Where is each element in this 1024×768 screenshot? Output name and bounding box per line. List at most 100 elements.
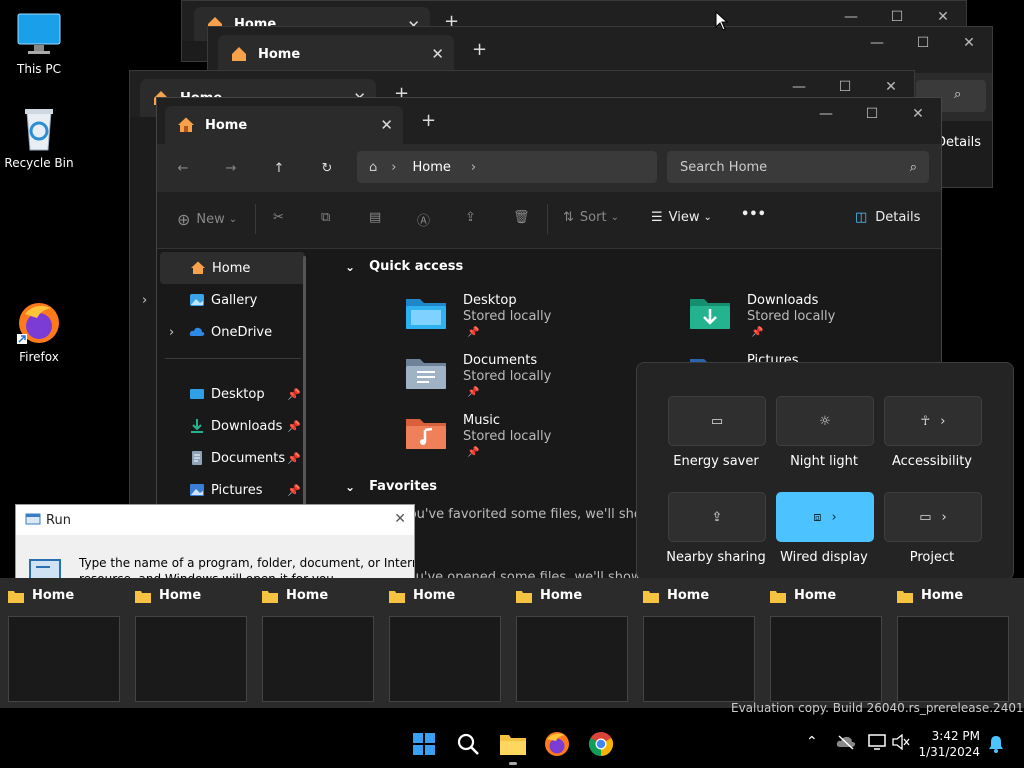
energy-saver-toggle[interactable]: ▭: [668, 396, 766, 446]
sidebar-item-downloads[interactable]: Downloads 📌: [157, 410, 315, 442]
rename-icon[interactable]: Ⓐ: [417, 210, 430, 229]
chevron-right-icon[interactable]: ›: [942, 510, 947, 525]
window-thumbnail[interactable]: Home: [889, 578, 1016, 708]
minimize-icon[interactable]: —: [854, 27, 900, 59]
chevron-down-icon: ⌄: [703, 212, 712, 223]
tab-home[interactable]: Home ✕: [165, 106, 403, 144]
chevron-right-icon[interactable]: ›: [940, 414, 945, 429]
favorites-header[interactable]: ⌄ Favorites: [345, 479, 437, 494]
window-thumbnail[interactable]: Home: [508, 578, 635, 708]
thumbnail-title: Home: [32, 588, 75, 603]
window-thumbnail[interactable]: Home: [0, 578, 127, 708]
accessibility-toggle[interactable]: ☥ ›: [884, 396, 982, 446]
details-pane-button[interactable]: ◫ Details: [855, 210, 920, 225]
close-icon[interactable]: ✕: [895, 98, 941, 130]
file-explorer-taskbar-button[interactable]: [499, 730, 527, 758]
quick-access-item-desktop[interactable]: Desktop Stored locally 📌: [405, 293, 655, 349]
quick-access-item-music[interactable]: Music Stored locally 📌: [405, 413, 655, 469]
sidebar-item-documents[interactable]: Documents 📌: [157, 442, 315, 474]
tab-home[interactable]: Home ✕: [218, 35, 454, 73]
quick-access-item-documents[interactable]: Documents Stored locally 📌: [405, 353, 655, 409]
chrome-taskbar-button[interactable]: [587, 730, 615, 758]
minimize-icon[interactable]: —: [803, 98, 849, 130]
run-dialog[interactable]: Run ✕ Type the name of a program, folder…: [15, 504, 415, 586]
pin-icon[interactable]: 📌: [287, 388, 301, 401]
sort-button[interactable]: ⇅ Sort ⌄: [563, 210, 619, 225]
evaluation-watermark: Evaluation copy. Build 26040.rs_prerelea…: [731, 701, 1024, 715]
thumbnail-preview: [770, 616, 882, 702]
close-icon[interactable]: ✕: [380, 116, 393, 134]
pin-icon[interactable]: 📌: [287, 452, 301, 465]
chevron-up-icon[interactable]: ⌃: [806, 734, 818, 750]
window-thumbnail[interactable]: Home: [635, 578, 762, 708]
breadcrumb[interactable]: Home: [412, 160, 450, 175]
night-light-toggle[interactable]: ☼: [776, 396, 874, 446]
close-icon[interactable]: ✕: [946, 27, 992, 59]
onedrive-offline-icon[interactable]: [836, 734, 856, 750]
item-name: Desktop: [463, 293, 517, 308]
forward-icon[interactable]: →: [219, 156, 243, 180]
pin-icon[interactable]: 📌: [287, 420, 301, 433]
refresh-icon[interactable]: ↻: [315, 156, 339, 180]
system-clock[interactable]: 3:42 PM 1/31/2024: [918, 728, 980, 760]
chevron-down-icon[interactable]: ⌄: [345, 480, 355, 494]
chevron-right-icon[interactable]: ›: [471, 160, 476, 175]
chevron-right-icon[interactable]: ›: [142, 293, 147, 308]
close-icon[interactable]: ✕: [431, 45, 444, 63]
quick-access-header[interactable]: ⌄ Quick access: [345, 259, 463, 274]
desktop-icon-this-pc[interactable]: This PC: [1, 12, 77, 76]
desktop-icon-firefox[interactable]: Firefox: [1, 300, 77, 364]
notification-bell-icon[interactable]: [988, 735, 1004, 753]
sidebar-item-gallery[interactable]: Gallery: [157, 284, 315, 316]
copy-icon[interactable]: ⧉: [321, 210, 330, 225]
sidebar-item-desktop[interactable]: Desktop 📌: [157, 378, 315, 410]
more-options-button[interactable]: •••: [741, 207, 766, 222]
thumbnail-title: Home: [413, 588, 456, 603]
start-button[interactable]: [410, 730, 438, 758]
chevron-down-icon[interactable]: ⌄: [345, 260, 355, 274]
battery-leaf-icon: ▭: [710, 413, 724, 429]
clock-date: 1/31/2024: [918, 745, 980, 759]
chevron-right-icon[interactable]: ›: [169, 325, 174, 340]
project-toggle[interactable]: ▭ ›: [884, 492, 982, 542]
window-thumbnail[interactable]: Home: [381, 578, 508, 708]
close-icon[interactable]: ✕: [394, 511, 406, 527]
search-input[interactable]: Search Home ⌕: [667, 151, 929, 183]
nearby-sharing-toggle[interactable]: ⇪: [668, 492, 766, 542]
home-icon: [190, 260, 206, 276]
network-icon[interactable]: [868, 734, 886, 750]
window-thumbnail[interactable]: Home: [254, 578, 381, 708]
cut-icon[interactable]: ✂: [273, 210, 284, 225]
firefox-taskbar-button[interactable]: [543, 730, 571, 758]
pin-icon: 📌: [467, 447, 480, 458]
sidebar-item-onedrive[interactable]: › OneDrive: [157, 316, 315, 348]
address-bar[interactable]: ⌂ › Home ›: [357, 151, 657, 183]
chevron-right-icon[interactable]: ›: [832, 510, 837, 525]
run-title: Run: [46, 512, 71, 528]
quick-access-item-downloads[interactable]: Downloads Stored locally 📌: [689, 293, 939, 349]
window-thumbnail[interactable]: Home: [127, 578, 254, 708]
new-button[interactable]: ⊕ New ⌄: [177, 210, 237, 229]
mouse-cursor-icon: [715, 11, 729, 31]
maximize-icon[interactable]: ☐: [900, 27, 946, 59]
details-button[interactable]: Details: [936, 135, 981, 150]
view-button[interactable]: ☰ View ⌄: [651, 210, 712, 225]
up-icon[interactable]: ↑: [267, 156, 291, 180]
window-thumbnail[interactable]: Home: [762, 578, 889, 708]
sidebar-item-home[interactable]: Home: [160, 252, 305, 284]
sidebar-item-pictures[interactable]: Pictures 📌: [157, 474, 315, 506]
wired-display-toggle[interactable]: ⧈ ›: [776, 492, 874, 542]
search-icon[interactable]: ⌕: [954, 87, 961, 102]
paste-icon[interactable]: ▤: [369, 210, 381, 225]
details-pane-icon: ◫: [855, 210, 868, 225]
maximize-icon[interactable]: ☐: [849, 98, 895, 130]
share-icon[interactable]: ⇪: [465, 210, 476, 225]
volume-muted-icon[interactable]: [892, 734, 910, 750]
search-button[interactable]: [454, 730, 482, 758]
new-tab-button[interactable]: +: [421, 110, 436, 131]
desktop-icon-recycle-bin[interactable]: Recycle Bin: [1, 106, 77, 170]
delete-icon[interactable]: 🗑: [513, 210, 530, 225]
pin-icon[interactable]: 📌: [287, 484, 301, 497]
new-tab-button[interactable]: +: [472, 39, 487, 60]
back-icon[interactable]: ←: [171, 156, 195, 180]
